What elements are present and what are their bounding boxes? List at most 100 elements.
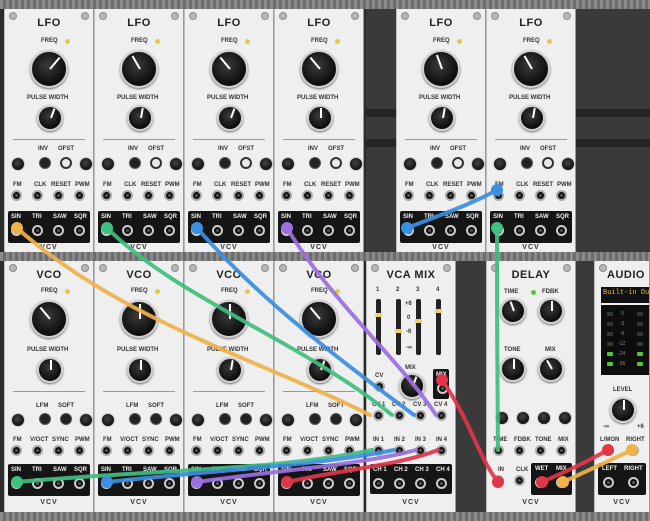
- ch2-output-jack[interactable]: [394, 478, 405, 489]
- pwm-jack[interactable]: [556, 190, 567, 201]
- tri-output-jack[interactable]: [32, 225, 43, 236]
- sin-output-jack[interactable]: [11, 478, 22, 489]
- inv-button[interactable]: [521, 157, 533, 169]
- frequency-knob[interactable]: [120, 50, 158, 88]
- tri-output-jack[interactable]: [514, 225, 525, 236]
- fdbk-cv-jack[interactable]: [514, 445, 525, 456]
- pwm-atten-knob[interactable]: [169, 413, 183, 427]
- wet-output-jack[interactable]: [535, 477, 546, 488]
- inv-button[interactable]: [431, 157, 443, 169]
- tri-output-jack[interactable]: [122, 225, 133, 236]
- pwm-atten-knob[interactable]: [349, 157, 363, 171]
- tri-output-jack[interactable]: [302, 225, 313, 236]
- sqr-output-jack[interactable]: [74, 478, 85, 489]
- reset-jack[interactable]: [323, 190, 334, 201]
- frequency-knob[interactable]: [120, 300, 158, 338]
- ch2-level-slider[interactable]: [395, 299, 402, 355]
- fm-atten-knob[interactable]: [191, 413, 205, 427]
- frequency-knob[interactable]: [210, 300, 248, 338]
- time-knob[interactable]: [500, 298, 526, 324]
- fm-jack[interactable]: [403, 190, 414, 201]
- delay-clk-jack[interactable]: [514, 475, 525, 486]
- pulse-width-knob[interactable]: [307, 357, 333, 383]
- mix-output-jack[interactable]: [556, 477, 567, 488]
- in1-jack[interactable]: [373, 445, 384, 456]
- fm-jack[interactable]: [11, 190, 22, 201]
- sync-jack[interactable]: [323, 445, 334, 456]
- sqr-output-jack[interactable]: [74, 225, 85, 236]
- fm-atten-knob[interactable]: [11, 413, 25, 427]
- frequency-knob[interactable]: [30, 300, 68, 338]
- reset-jack[interactable]: [535, 190, 546, 201]
- lfm-button[interactable]: [219, 413, 231, 425]
- sync-jack[interactable]: [143, 445, 154, 456]
- soft-button[interactable]: [60, 413, 72, 425]
- mix-cv-jack[interactable]: [374, 381, 385, 392]
- sqr-output-jack[interactable]: [344, 478, 355, 489]
- audio-device-display[interactable]: Built-in Output: [601, 287, 649, 303]
- saw-output-jack[interactable]: [233, 478, 244, 489]
- sin-output-jack[interactable]: [493, 225, 504, 236]
- saw-output-jack[interactable]: [143, 225, 154, 236]
- frequency-knob[interactable]: [512, 50, 550, 88]
- fm-jack[interactable]: [191, 445, 202, 456]
- sync-jack[interactable]: [53, 445, 64, 456]
- fm-atten-knob[interactable]: [101, 157, 115, 171]
- sin-output-jack[interactable]: [191, 478, 202, 489]
- cv4-jack[interactable]: [436, 410, 447, 421]
- fm-jack[interactable]: [281, 190, 292, 201]
- tri-output-jack[interactable]: [32, 478, 43, 489]
- pulse-width-knob[interactable]: [429, 105, 455, 131]
- offset-button[interactable]: [542, 157, 554, 169]
- delay-in-jack[interactable]: [493, 475, 504, 486]
- pwm-atten-knob[interactable]: [79, 413, 93, 427]
- reset-jack[interactable]: [143, 190, 154, 201]
- right-output-jack[interactable]: [628, 477, 639, 488]
- sin-output-jack[interactable]: [281, 225, 292, 236]
- fm-atten-knob[interactable]: [11, 157, 25, 171]
- pwm-atten-knob[interactable]: [169, 157, 183, 171]
- sqr-output-jack[interactable]: [466, 225, 477, 236]
- pulse-width-knob[interactable]: [127, 105, 153, 131]
- ch1-output-jack[interactable]: [373, 478, 384, 489]
- offset-button[interactable]: [60, 157, 72, 169]
- saw-output-jack[interactable]: [323, 225, 334, 236]
- reset-jack[interactable]: [445, 190, 456, 201]
- tri-output-jack[interactable]: [122, 478, 133, 489]
- sqr-output-jack[interactable]: [164, 225, 175, 236]
- voct-jack[interactable]: [212, 445, 223, 456]
- soft-button[interactable]: [150, 413, 162, 425]
- pulse-width-knob[interactable]: [37, 105, 63, 131]
- sqr-output-jack[interactable]: [254, 478, 265, 489]
- cv1-jack[interactable]: [373, 410, 384, 421]
- pwm-jack[interactable]: [74, 190, 85, 201]
- ch1-level-slider[interactable]: [375, 299, 382, 355]
- saw-output-jack[interactable]: [143, 478, 154, 489]
- fm-jack[interactable]: [101, 190, 112, 201]
- ch4-output-jack[interactable]: [436, 478, 447, 489]
- frequency-knob[interactable]: [300, 300, 338, 338]
- voct-jack[interactable]: [122, 445, 133, 456]
- sqr-output-jack[interactable]: [254, 225, 265, 236]
- mix-cv-jack[interactable]: [556, 445, 567, 456]
- saw-output-jack[interactable]: [535, 225, 546, 236]
- time-cv-jack[interactable]: [493, 445, 504, 456]
- pwm-jack[interactable]: [164, 445, 175, 456]
- frequency-knob[interactable]: [30, 50, 68, 88]
- fm-atten-knob[interactable]: [101, 413, 115, 427]
- lfm-button[interactable]: [129, 413, 141, 425]
- fm-jack[interactable]: [493, 190, 504, 201]
- left-output-jack[interactable]: [603, 477, 614, 488]
- saw-output-jack[interactable]: [323, 478, 334, 489]
- ch3-level-slider[interactable]: [415, 299, 422, 355]
- pwm-jack[interactable]: [344, 190, 355, 201]
- tone-knob[interactable]: [500, 356, 526, 382]
- pwm-atten-knob[interactable]: [561, 157, 575, 171]
- fm-atten-knob[interactable]: [281, 413, 295, 427]
- lfm-button[interactable]: [39, 413, 51, 425]
- clock-jack[interactable]: [424, 190, 435, 201]
- fdbk-cv-atten[interactable]: [516, 411, 530, 425]
- sqr-output-jack[interactable]: [164, 478, 175, 489]
- saw-output-jack[interactable]: [445, 225, 456, 236]
- fm-atten-knob[interactable]: [403, 157, 417, 171]
